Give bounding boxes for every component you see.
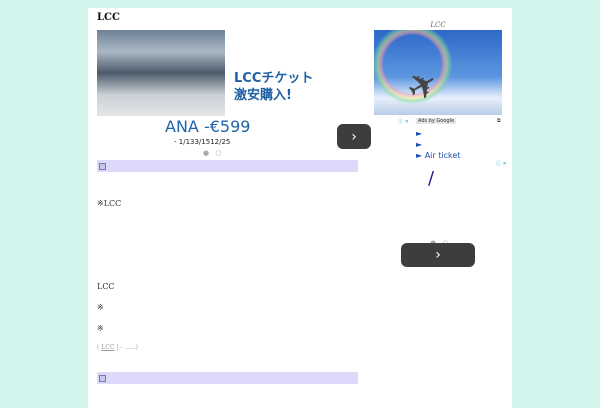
ad-choices-icon[interactable]: ⓘ ✕ [398,118,409,125]
ad-headline-line2: 激安購入! [234,88,292,103]
airport-ad-image[interactable] [97,30,225,116]
ad-headline[interactable]: LCCチケット 激安購入! [234,70,313,104]
section-heading: LCC [97,282,115,291]
ad-link[interactable]: ► [416,128,460,139]
carousel-dots[interactable]: ● ○ [203,149,223,157]
ad-price[interactable]: ANA -€599 [165,117,250,136]
square-icon [99,375,106,382]
ad-link[interactable]: ► [416,139,460,150]
next-button[interactable]: › [337,124,371,149]
ad-headline-line1: LCCチケット [234,71,314,86]
square-icon [99,163,106,170]
sidebar-title: LCC [430,21,446,29]
section-bar [97,372,358,384]
ad-link-air-ticket[interactable]: ► Air ticket [416,150,460,161]
sidebar-next-button[interactable]: › [401,243,475,267]
ads-by-google[interactable]: Ads by Google [416,118,457,124]
page: LCC LCCチケット 激安購入! ANA -€599 - 1/133/1512… [88,8,512,408]
site-title[interactable]: LCC [97,12,120,23]
ad-links: ► ► ► Air ticket [416,128,460,161]
note-mark: ※ [97,324,104,333]
section-bar [97,160,358,172]
breadcrumb: ( LCC | - ......) [97,344,138,351]
ad-choices-icon[interactable]: ⓘ ✕ [496,160,507,167]
ad-dates: - 1/133/1512/25 [174,138,231,146]
breadcrumb-rest: | - ......) [116,344,139,351]
expand-icon[interactable]: ⧉ [497,118,501,124]
airplane-ad-image[interactable] [374,30,502,115]
note-mark: ※ [97,303,104,312]
ad-slash[interactable]: / [428,168,434,189]
breadcrumb-link[interactable]: LCC [101,344,114,351]
breadcrumb-prefix: ( [97,344,100,351]
note-text: ※LCC [97,199,122,208]
